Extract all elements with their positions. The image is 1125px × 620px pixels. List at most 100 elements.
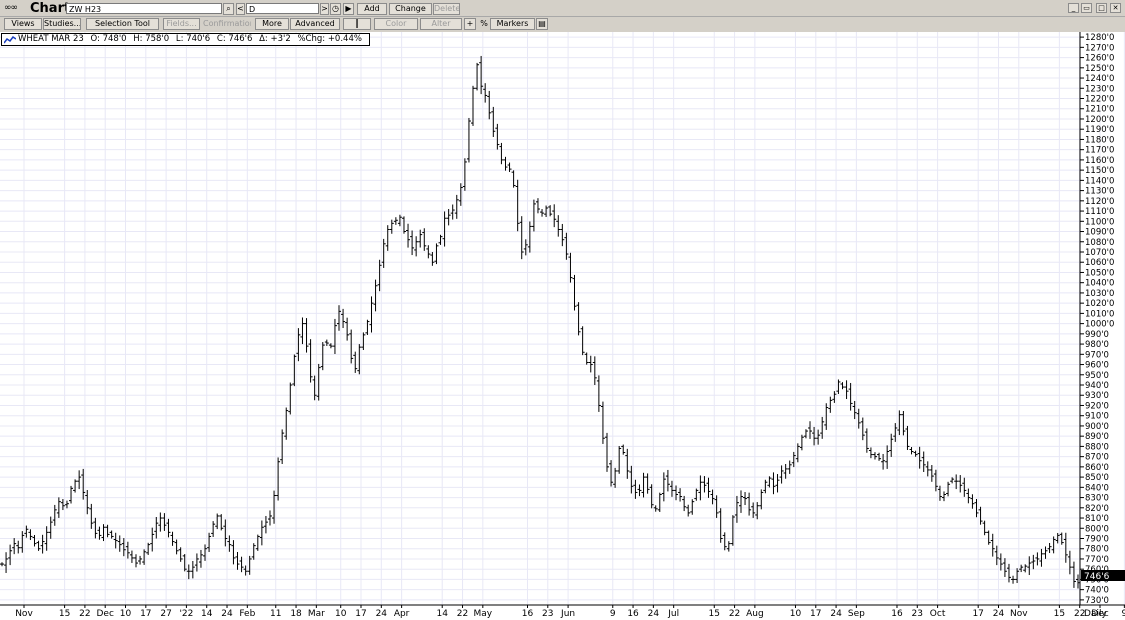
x-tick-label: Jun xyxy=(560,609,575,619)
y-tick-label: 1080'0 xyxy=(1085,238,1114,248)
price-legend[interactable]: WHEAT MAR 23 O: 748'0 H: 758'0 L: 740'6 … xyxy=(1,33,370,46)
percent-button[interactable]: % xyxy=(478,18,490,30)
y-tick-label: 1120'0 xyxy=(1085,197,1114,207)
y-tick-label: 820'0 xyxy=(1085,504,1109,514)
x-tick-label: Nov xyxy=(15,609,33,619)
x-tick-label: 15 xyxy=(709,609,720,619)
y-tick-label: 850'0 xyxy=(1085,473,1109,483)
play-button[interactable]: ▶ xyxy=(343,3,354,15)
y-tick-label: 1140'0 xyxy=(1085,176,1114,186)
symbol-input[interactable]: ZW H23 xyxy=(66,3,222,14)
x-tick-label: 15 xyxy=(59,609,70,619)
x-tick-label: Sep xyxy=(848,609,865,619)
y-tick-label: 1160'0 xyxy=(1085,156,1114,166)
legend-instrument: WHEAT MAR 23 xyxy=(18,34,84,44)
y-tick-label: 1270'0 xyxy=(1085,43,1114,53)
y-tick-label: 870'0 xyxy=(1085,453,1109,463)
y-tick-label: 860'0 xyxy=(1085,463,1109,473)
link-chain-icon[interactable]: ∞∞ xyxy=(4,3,18,13)
x-tick-label: 14 xyxy=(436,609,448,619)
y-tick-label: 1230'0 xyxy=(1085,84,1114,94)
restore-icon[interactable]: ▭ xyxy=(1081,3,1092,13)
x-tick-label: Dec xyxy=(96,609,113,619)
y-tick-label: 960'0 xyxy=(1085,361,1109,371)
y-tick-label: 980'0 xyxy=(1085,340,1109,350)
maximize-icon[interactable]: □ xyxy=(1096,3,1107,13)
last-price-tag: 746'6 xyxy=(1084,572,1110,582)
studies-button[interactable]: Studies... xyxy=(43,18,81,30)
y-tick-label: 1090'0 xyxy=(1085,228,1114,238)
x-tick-label: 22 xyxy=(79,609,90,619)
legend-delta: Δ: +3'2 xyxy=(259,34,291,44)
x-tick-label: 23 xyxy=(542,609,553,619)
y-tick-label: 730'0 xyxy=(1085,596,1109,606)
y-tick-label: 1240'0 xyxy=(1085,74,1114,84)
x-tick-label: 27 xyxy=(160,609,171,619)
x-tick-label: 22 xyxy=(457,609,468,619)
x-tick-label: Mar xyxy=(308,609,325,619)
x-tick-label: Nov xyxy=(1010,609,1028,619)
x-tick-label: 16 xyxy=(627,609,639,619)
next-interval-button[interactable]: > xyxy=(320,3,329,15)
confirmation-button[interactable]: Confirmation xyxy=(202,18,252,30)
color-menu[interactable]: Color xyxy=(374,18,418,30)
x-tick-label: 22 xyxy=(729,609,740,619)
x-tick-label: Apr xyxy=(394,609,410,619)
markers-menu[interactable]: Markers xyxy=(490,18,535,30)
x-tick-label: May xyxy=(474,609,493,619)
y-tick-label: 800'0 xyxy=(1085,524,1109,534)
bar-style-menu[interactable]: ┃ xyxy=(343,18,371,30)
prev-symbol-button[interactable]: < xyxy=(236,3,245,15)
interval-input[interactable]: D xyxy=(246,3,319,14)
x-tick-label: 10 xyxy=(120,609,132,619)
y-tick-label: 1260'0 xyxy=(1085,54,1114,64)
y-tick-label: 880'0 xyxy=(1085,442,1109,452)
y-tick-label: 900'0 xyxy=(1085,422,1109,432)
y-tick-label: 1210'0 xyxy=(1085,105,1114,115)
y-tick-label: 830'0 xyxy=(1085,494,1109,504)
selection-tool-menu[interactable]: Selection Tool xyxy=(86,18,159,30)
print-icon[interactable]: ▤ xyxy=(536,18,548,30)
x-tick-label: 17 xyxy=(355,609,366,619)
delete-button[interactable]: Delete xyxy=(433,3,460,15)
more-menu[interactable]: More xyxy=(255,18,289,30)
crosshair-icon[interactable]: + xyxy=(464,18,476,30)
close-icon[interactable]: ✕ xyxy=(1110,3,1121,13)
y-tick-label: 910'0 xyxy=(1085,412,1109,422)
x-tick-label: 24 xyxy=(830,609,842,619)
y-tick-label: 1050'0 xyxy=(1085,268,1114,278)
y-tick-label: 810'0 xyxy=(1085,514,1109,524)
y-tick-label: 740'0 xyxy=(1085,586,1109,596)
x-tick-label: Feb xyxy=(239,609,255,619)
history-button[interactable]: ◷ xyxy=(330,3,341,15)
add-button[interactable]: Add xyxy=(357,3,387,15)
x-tick-label: 24 xyxy=(376,609,388,619)
alter-menu[interactable]: Alter xyxy=(420,18,462,30)
y-tick-label: 890'0 xyxy=(1085,432,1109,442)
x-tick-label: 16 xyxy=(522,609,534,619)
advanced-menu[interactable]: Advanced xyxy=(290,18,340,30)
search-button[interactable]: ⌕ xyxy=(223,3,234,15)
y-tick-label: 950'0 xyxy=(1085,371,1109,381)
y-tick-label: 1200'0 xyxy=(1085,115,1114,125)
fields-button[interactable]: Fields... xyxy=(163,18,200,30)
y-tick-label: 1010'0 xyxy=(1085,309,1114,319)
x-tick-label: 17 xyxy=(810,609,821,619)
x-tick-label: Jul xyxy=(667,609,679,619)
x-tick-label: 9 xyxy=(610,609,616,619)
title-bar: ∞∞ Chart ZW H23 ⌕ < D > ◷ ▶ Add Change D… xyxy=(0,0,1125,17)
y-tick-label: 1030'0 xyxy=(1085,289,1114,299)
price-chart[interactable]: 730'0740'0750'0760'0770'0780'0790'0800'0… xyxy=(0,32,1125,620)
y-tick-label: 790'0 xyxy=(1085,534,1109,544)
legend-close: C: 746'6 xyxy=(216,34,253,44)
minimize-icon[interactable]: _ xyxy=(1068,3,1079,13)
y-tick-label: 1190'0 xyxy=(1085,125,1114,135)
y-tick-label: 920'0 xyxy=(1085,401,1109,411)
y-tick-label: 1170'0 xyxy=(1085,146,1114,156)
views-menu[interactable]: Views xyxy=(4,18,42,30)
x-tick-label: 15 xyxy=(1054,609,1065,619)
y-tick-label: 930'0 xyxy=(1085,391,1109,401)
change-button[interactable]: Change xyxy=(389,3,432,15)
x-tick-label: Oct xyxy=(930,609,946,619)
x-tick-label: 17 xyxy=(972,609,983,619)
